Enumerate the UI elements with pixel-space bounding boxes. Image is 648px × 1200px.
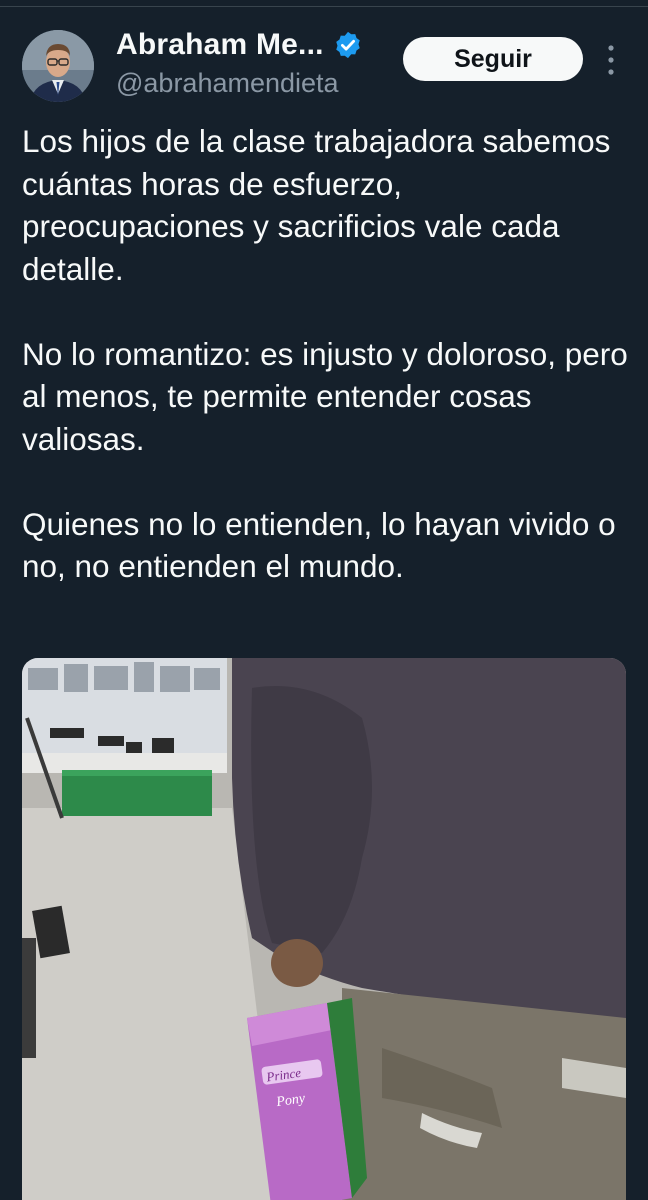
verified-badge-icon bbox=[336, 31, 360, 59]
handle[interactable]: @abrahamendieta bbox=[116, 68, 339, 99]
display-name[interactable]: Abraham Me... bbox=[116, 28, 324, 62]
tweet-photo[interactable]: Prince Pony bbox=[22, 658, 626, 1200]
tweet-text: Los hijos de la clase trabajadora sabemo… bbox=[22, 120, 632, 588]
tweet-paragraph: Los hijos de la clase trabajadora sabemo… bbox=[22, 123, 611, 287]
photo-image: Prince Pony bbox=[22, 658, 626, 1200]
tweet-paragraph: Quienes no lo entienden, lo hayan vivido… bbox=[22, 505, 616, 585]
tweet-paragraph: No lo romantizo: es injusto y doloroso, … bbox=[22, 335, 628, 457]
avatar[interactable] bbox=[22, 30, 94, 102]
more-vertical-icon[interactable] bbox=[601, 42, 621, 78]
divider bbox=[0, 6, 648, 7]
follow-button[interactable]: Seguir bbox=[403, 37, 583, 81]
avatar-image bbox=[22, 30, 94, 102]
tweet-card: Abraham Me... @abrahamendieta Seguir Los… bbox=[0, 0, 648, 1200]
tweet-header: Abraham Me... @abrahamendieta Seguir bbox=[0, 22, 648, 106]
